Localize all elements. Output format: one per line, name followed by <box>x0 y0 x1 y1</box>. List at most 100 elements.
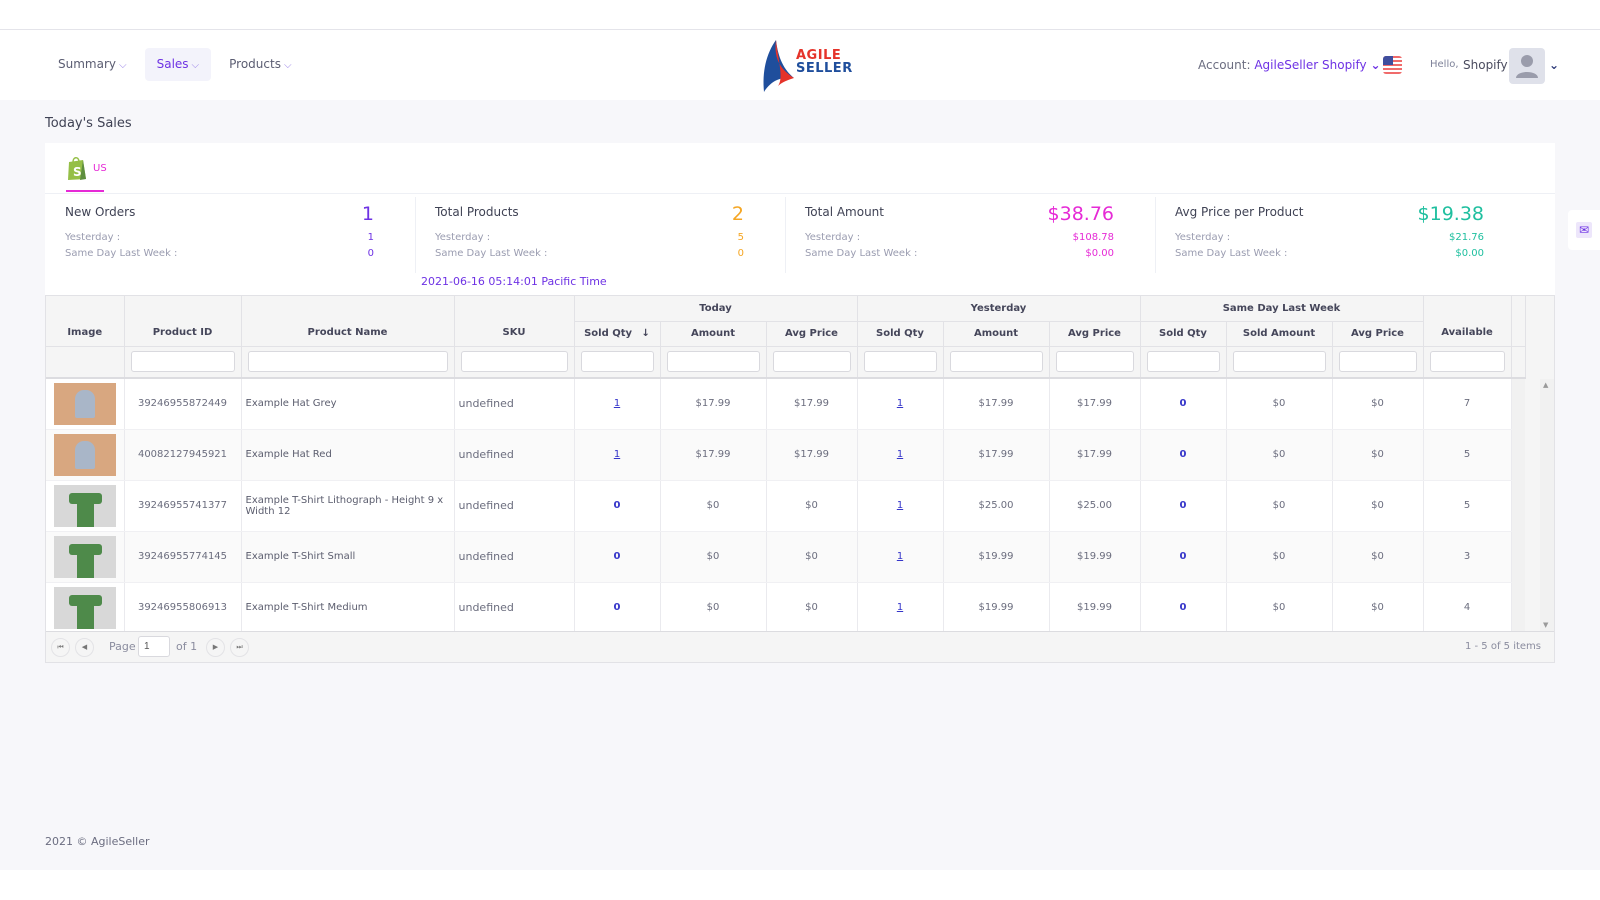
cell-lastweek-sold-amount: $0 <box>1226 429 1333 481</box>
account-selector[interactable]: Account: AgileSeller Shopify ⌄ <box>1198 58 1381 72</box>
product-image-tshirt[interactable] <box>53 535 116 578</box>
table-body: 39246955872449 Example Hat Grey undefined 1… <box>46 378 1525 634</box>
prev-page-button[interactable]: ◀ <box>75 638 94 657</box>
next-page-button[interactable]: ▶ <box>206 638 225 657</box>
filter-today-avg-price[interactable] <box>772 351 851 373</box>
sold-qty-link[interactable]: 1 <box>897 398 903 409</box>
filter-lastweek-sold-qty[interactable] <box>1146 351 1220 373</box>
agileseller-logo[interactable]: AGILE SELLER <box>760 36 853 94</box>
tab-us[interactable]: S US <box>66 155 107 193</box>
col-header-today-avg-price[interactable]: Avg Price <box>766 321 858 347</box>
filter-product-id[interactable] <box>130 351 235 373</box>
scroll-up-icon[interactable]: ▲ <box>1543 381 1548 389</box>
sold-qty-link[interactable]: 1 <box>897 602 903 613</box>
stat-yesterday-value: $21.76 <box>1449 232 1484 243</box>
cell-lastweek-avg-price: $0 <box>1332 429 1424 481</box>
logo-text: AGILE SELLER <box>796 49 853 75</box>
scroll-gutter <box>1511 582 1525 633</box>
col-header-lastweek-avg-price[interactable]: Avg Price <box>1332 321 1424 347</box>
col-header-today-sold-qty[interactable]: Sold Qty ↓ <box>574 321 661 347</box>
col-header-yesterday-avg-price[interactable]: Avg Price <box>1049 321 1141 347</box>
top-strip <box>0 0 1600 30</box>
col-header-lastweek-sold-amount[interactable]: Sold Amount <box>1226 321 1333 347</box>
product-image-hat[interactable] <box>53 433 116 476</box>
cell-today-sold-qty: 0 <box>574 531 661 583</box>
cell-yesterday-amount: $19.99 <box>943 582 1050 634</box>
stat-title: New Orders <box>65 205 136 219</box>
nav-item-products[interactable]: Products ⌵ <box>217 48 303 81</box>
sold-qty-value: 0 <box>1179 398 1187 410</box>
timestamp: 2021-06-16 05:14:01 Pacific Time <box>421 275 607 288</box>
cell-today-sold-qty: 1 <box>574 429 661 481</box>
account-value: AgileSeller Shopify <box>1254 58 1367 72</box>
nav-item-sales[interactable]: Sales ⌵ <box>144 48 212 81</box>
sold-qty-link[interactable]: 1 <box>897 551 903 562</box>
stat-total-products: Total Products 2 Yesterday : 5 Same Day … <box>415 203 765 275</box>
last-page-button[interactable]: ⏭ <box>230 638 249 657</box>
cell-image <box>46 582 125 634</box>
product-image-tshirt[interactable] <box>53 484 116 527</box>
cell-product-name: Example Hat Red <box>241 429 455 481</box>
filter-yesterday-sold-qty[interactable] <box>863 351 937 373</box>
filter-yesterday-amount[interactable] <box>949 351 1043 373</box>
filter-product-name[interactable] <box>247 351 448 373</box>
sales-grid: Image Product ID Product Name SKU Today … <box>45 295 1555 663</box>
sold-qty-link[interactable]: 1 <box>897 449 903 460</box>
cell-today-avg-price: $17.99 <box>766 378 858 430</box>
scroll-down-icon[interactable]: ▼ <box>1543 621 1548 629</box>
sold-qty-value: 0 <box>1179 602 1187 613</box>
logo-line-2: SELLER <box>796 61 853 76</box>
col-header-yesterday-sold-qty[interactable]: Sold Qty <box>857 321 944 347</box>
product-image-tshirt[interactable] <box>53 586 116 629</box>
product-image-hat[interactable] <box>53 382 116 425</box>
stat-title: Total Products <box>435 205 519 219</box>
cell-today-amount: $17.99 <box>660 378 767 430</box>
feedback-tab[interactable]: ✉ <box>1568 210 1600 250</box>
cell-lastweek-sold-qty: 0 <box>1140 531 1227 583</box>
sold-qty-link[interactable]: 1 <box>614 398 620 409</box>
mail-icon: ✉ <box>1576 222 1592 238</box>
vertical-scrollbar[interactable]: ▲ ▼ <box>1540 379 1554 631</box>
cell-image <box>46 429 125 481</box>
user-avatar[interactable] <box>1509 48 1545 84</box>
col-header-available[interactable]: Available <box>1423 296 1512 347</box>
first-page-button[interactable]: ⏮ <box>51 638 70 657</box>
header-scroll-gutter <box>1511 296 1526 347</box>
stat-last-week-label: Same Day Last Week : <box>805 248 918 259</box>
filter-today-amount[interactable] <box>666 351 760 373</box>
cell-yesterday-sold-qty: 1 <box>857 480 944 532</box>
col-header-product-id[interactable]: Product ID <box>124 296 242 347</box>
cell-image <box>46 480 125 532</box>
sold-qty-value: 0 <box>613 602 621 613</box>
stat-value: 2 <box>731 203 744 225</box>
sold-qty-link[interactable]: 1 <box>614 449 620 460</box>
col-header-sku[interactable]: SKU <box>454 296 575 347</box>
user-menu-chevron-icon[interactable]: ⌄ <box>1549 58 1559 72</box>
cell-yesterday-amount: $19.99 <box>943 531 1050 583</box>
cell-lastweek-sold-qty: 0 <box>1140 480 1227 532</box>
col-header-today-amount[interactable]: Amount <box>660 321 767 347</box>
stat-yesterday-value: $108.78 <box>1072 232 1114 243</box>
nav-item-summary[interactable]: Summary ⌵ <box>46 48 139 81</box>
sold-qty-link[interactable]: 1 <box>897 500 903 511</box>
col-header-yesterday-amount[interactable]: Amount <box>943 321 1050 347</box>
page-input[interactable] <box>138 636 170 657</box>
filter-available[interactable] <box>1429 351 1505 373</box>
stat-last-week-label: Same Day Last Week : <box>1175 248 1288 259</box>
cell-product-id: 39246955774145 <box>124 531 242 583</box>
scroll-gutter <box>1511 531 1525 582</box>
cell-available: 3 <box>1423 531 1512 583</box>
filter-yesterday-avg-price[interactable] <box>1055 351 1134 373</box>
col-header-lastweek-sold-qty[interactable]: Sold Qty <box>1140 321 1227 347</box>
cell-image <box>46 378 125 430</box>
cell-lastweek-avg-price: $0 <box>1332 480 1424 532</box>
filter-today-sold-qty[interactable] <box>580 351 654 373</box>
stat-last-week-value: 0 <box>737 248 744 259</box>
filter-lastweek-avg-price[interactable] <box>1338 351 1417 373</box>
filter-lastweek-sold-amount[interactable] <box>1232 351 1326 373</box>
col-header-product-name[interactable]: Product Name <box>241 296 455 347</box>
cell-today-avg-price: $0 <box>766 531 858 583</box>
col-header-image[interactable]: Image <box>46 296 125 347</box>
filter-sku[interactable] <box>460 351 568 373</box>
us-flag-icon[interactable] <box>1383 56 1402 74</box>
